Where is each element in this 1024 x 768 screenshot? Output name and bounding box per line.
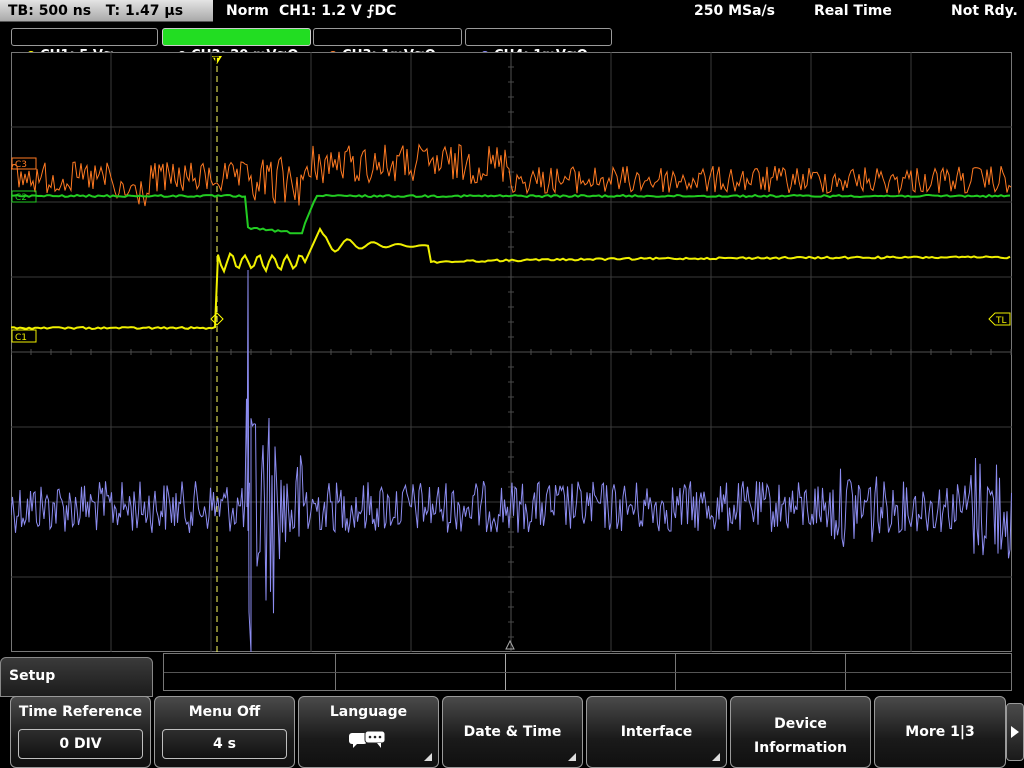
time-reference-label: Time Reference	[18, 704, 143, 720]
submenu-corner-indicator	[424, 753, 432, 761]
submenu-corner-indicator	[568, 753, 576, 761]
menu-off-label: Menu Off	[188, 704, 261, 720]
time-reference-value: 0 DIV	[18, 729, 143, 759]
speech-bubbles-icon	[349, 730, 386, 748]
next-page-button[interactable]	[1006, 703, 1024, 761]
timebase-display[interactable]: TB: 500 ns T: 1.47 µs	[0, 0, 213, 22]
ch2-marker-label: C2	[15, 193, 27, 203]
trigger-position-text: T	[213, 56, 220, 66]
menu-title-tab: Setup	[0, 657, 153, 697]
menu-title: Setup	[9, 668, 56, 684]
waveform-display[interactable]: T C3 C2 C1 TL	[11, 52, 1012, 652]
channel-tab-ch3[interactable]: CH3: 1mV≅Ω	[313, 28, 462, 63]
arrow-right-icon	[1011, 726, 1019, 738]
trigger-level-label: TL	[995, 316, 1007, 326]
language-softkey[interactable]: Language	[298, 696, 439, 768]
status-bar: TB: 500 ns T: 1.47 µs Norm CH1: 1.2 V ⨍D…	[0, 0, 1024, 24]
channel-tab-ch2[interactable]: CH2: 20 mV≅Ω	[162, 28, 311, 63]
channel-tab-ch1[interactable]: CH1: 5 V≅	[11, 28, 158, 63]
interface-softkey[interactable]: Interface	[586, 696, 727, 768]
acquisition-mode: Real Time	[814, 3, 892, 19]
date-time-label: Date & Time	[463, 724, 562, 740]
device-information-softkey[interactable]: Device Information	[730, 696, 871, 768]
interface-label: Interface	[620, 724, 693, 740]
trigger-state: Not Rdy.	[951, 3, 1018, 19]
more-softkey[interactable]: More 1|3	[874, 696, 1006, 768]
menu-off-value: 4 s	[162, 729, 287, 759]
sample-rate: 250 MSa/s	[694, 3, 776, 19]
trigger-mode[interactable]: Norm	[226, 0, 269, 22]
info-bar	[163, 653, 1012, 691]
ch1-marker-label: C1	[15, 333, 27, 343]
device-information-label: Device Information	[754, 716, 847, 756]
time-reference-softkey[interactable]: Time Reference 0 DIV	[10, 696, 151, 768]
timebase-label: TB: 500 ns	[8, 3, 92, 19]
trigger-time-label: T: 1.47 µs	[105, 3, 184, 19]
submenu-corner-indicator	[712, 753, 720, 761]
date-time-softkey[interactable]: Date & Time	[442, 696, 583, 768]
trigger-source[interactable]: CH1: 1.2 V ⨍DC	[279, 0, 396, 22]
more-label: More 1|3	[905, 724, 975, 740]
channel-tab-ch4[interactable]: CH4: 1mV≅Ω	[465, 28, 612, 63]
menu-off-softkey[interactable]: Menu Off 4 s	[154, 696, 295, 768]
language-label: Language	[329, 704, 408, 720]
ch3-marker-label: C3	[15, 160, 27, 170]
